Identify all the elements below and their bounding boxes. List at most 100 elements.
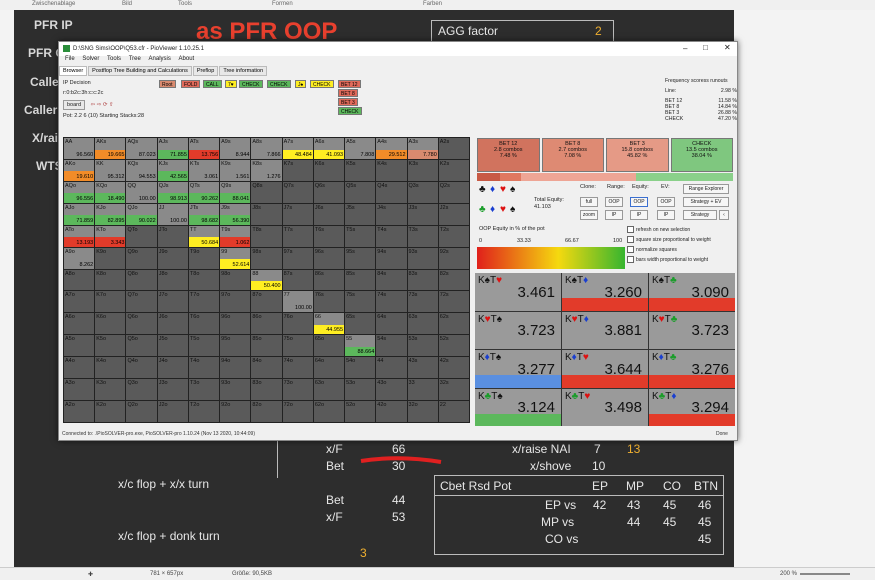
matrix-cell-q2o[interactable]: Q2o: [126, 401, 157, 422]
matrix-cell-52o[interactable]: 52o: [345, 401, 376, 422]
matrix-cell-54o[interactable]: 54o: [345, 357, 376, 379]
matrix-cell-q3s[interactable]: Q3s: [407, 181, 438, 203]
matrix-cell-q3o[interactable]: Q3o: [126, 379, 157, 401]
matrix-cell-85o[interactable]: 85o: [251, 335, 282, 357]
tab-preflop[interactable]: Preflop: [192, 66, 219, 76]
matrix-cell-k9s[interactable]: K9s 1.561: [220, 159, 251, 181]
matrix-cell-63s[interactable]: 63s: [407, 313, 438, 335]
matrix-cell-96o[interactable]: 96o: [220, 313, 251, 335]
maximize-icon[interactable]: □: [703, 43, 708, 52]
matrix-cell-k3s[interactable]: K3s: [407, 159, 438, 181]
equity-ip-button[interactable]: IP: [630, 210, 648, 220]
matrix-cell-42s[interactable]: 42s: [438, 357, 469, 379]
ev-ip-button[interactable]: IP: [657, 210, 675, 220]
matrix-cell-64o[interactable]: 64o: [313, 357, 345, 379]
matrix-cell-65s[interactable]: 65s: [345, 313, 376, 335]
combo-cell[interactable]: K♠T♣ 3.090: [649, 273, 735, 311]
matrix-cell-ato[interactable]: ATo 13.193: [64, 225, 95, 247]
matrix-cell-j6o[interactable]: J6o: [157, 313, 188, 335]
combo-cell[interactable]: K♣T♠ 3.124: [475, 388, 561, 426]
toolbar-clipboard[interactable]: Zwischenablage: [32, 1, 75, 7]
close-icon[interactable]: ✕: [724, 43, 731, 52]
node-card-7h[interactable]: 7♥: [225, 80, 237, 88]
matrix-cell-k5s[interactable]: K5s: [345, 159, 376, 181]
matrix-cell-t6o[interactable]: T6o: [188, 313, 220, 335]
matrix-cell-j7s[interactable]: J7s: [282, 203, 313, 225]
refresh-checkbox[interactable]: refresh on new selection: [627, 226, 690, 233]
matrix-cell-t4s[interactable]: T4s: [376, 225, 407, 247]
matrix-cell-t7s[interactable]: T7s: [282, 225, 313, 247]
tab-postflop[interactable]: Postflop Tree Building and Calculations: [88, 66, 192, 76]
matrix-cell-75o[interactable]: 75o: [282, 335, 313, 357]
node-check-2[interactable]: CHECK: [267, 80, 291, 88]
matrix-cell-kjo[interactable]: KJo 82.895: [95, 203, 126, 225]
matrix-cell-jto[interactable]: JTo: [157, 225, 188, 247]
combo-cell[interactable]: K♥T♠ 3.723: [475, 311, 561, 349]
matrix-cell-j5o[interactable]: J5o: [157, 335, 188, 357]
combo-cell[interactable]: K♣T♥ 3.498: [562, 388, 648, 426]
matrix-cell-tt[interactable]: TT 50.684: [188, 225, 220, 247]
matrix-cell-73o[interactable]: 73o: [282, 379, 313, 401]
combo-cell[interactable]: K♦T♥ 3.644: [562, 350, 648, 388]
range-matrix[interactable]: AA 96.560 AKs 19.665 AQs 87.023 AJs 71.855 ATs 13…: [63, 137, 470, 423]
menu-about[interactable]: About: [179, 56, 195, 62]
range-oop-button[interactable]: OOP: [605, 197, 623, 207]
matrix-cell-kqo[interactable]: KQo 18.490: [95, 181, 126, 203]
matrix-cell-a7o[interactable]: A7o: [64, 291, 95, 313]
matrix-cell-53s[interactable]: 53s: [407, 335, 438, 357]
matrix-cell-qts[interactable]: QTs 90.262: [188, 181, 220, 203]
matrix-cell-jj[interactable]: JJ 100.00: [157, 203, 188, 225]
matrix-cell-86s[interactable]: 86s: [313, 269, 345, 291]
club-icon[interactable]: ♠: [510, 184, 515, 195]
combo-cell[interactable]: K♥T♦ 3.881: [562, 311, 648, 349]
strategy-button[interactable]: Strategy: [683, 210, 717, 220]
matrix-cell-j5s[interactable]: J5s: [345, 203, 376, 225]
menu-tree[interactable]: Tree: [129, 56, 141, 62]
matrix-cell-88[interactable]: 88 50.400: [251, 269, 282, 291]
node-root[interactable]: Root: [159, 80, 176, 88]
node-check-4[interactable]: CHECK: [338, 107, 362, 115]
matrix-cell-a6o[interactable]: A6o: [64, 313, 95, 335]
matrix-cell-j4o[interactable]: J4o: [157, 357, 188, 379]
board-button[interactable]: board: [63, 100, 86, 110]
matrix-cell-k4o[interactable]: K4o: [95, 357, 126, 379]
matrix-cell-44[interactable]: 44: [376, 357, 407, 379]
toolbar-image[interactable]: Bild: [122, 1, 132, 7]
matrix-cell-82s[interactable]: 82s: [438, 269, 469, 291]
matrix-cell-t4o[interactable]: T4o: [188, 357, 220, 379]
combo-cell[interactable]: K♣T♦ 3.294: [649, 388, 735, 426]
matrix-cell-j4s[interactable]: J4s: [376, 203, 407, 225]
matrix-cell-q2s[interactable]: Q2s: [438, 181, 469, 203]
matrix-cell-66[interactable]: 66 44.955: [313, 313, 345, 335]
matrix-cell-64s[interactable]: 64s: [376, 313, 407, 335]
equity-oop-button[interactable]: OOP: [630, 197, 648, 207]
matrix-cell-52s[interactable]: 52s: [438, 335, 469, 357]
matrix-cell-t9s[interactable]: T9s 1.062: [220, 225, 251, 247]
matrix-cell-94s[interactable]: 94s: [376, 247, 407, 269]
matrix-cell-76s[interactable]: 76s: [313, 291, 345, 313]
collapse-icon[interactable]: ‹: [719, 210, 729, 220]
matrix-cell-55[interactable]: 55 88.664: [345, 335, 376, 357]
matrix-cell-j3s[interactable]: J3s: [407, 203, 438, 225]
matrix-cell-a3o[interactable]: A3o: [64, 379, 95, 401]
matrix-cell-95s[interactable]: 95s: [345, 247, 376, 269]
matrix-cell-a2s[interactable]: A2s: [438, 138, 469, 159]
node-fold[interactable]: FOLD: [181, 80, 201, 88]
toolbar-shapes[interactable]: Formen: [272, 1, 293, 7]
matrix-cell-q8o[interactable]: Q8o: [126, 269, 157, 291]
matrix-cell-ats[interactable]: ATs 13.756: [188, 138, 220, 159]
node-check-3[interactable]: CHECK: [310, 80, 334, 88]
matrix-cell-a9s[interactable]: A9s 8.944: [220, 138, 251, 159]
matrix-cell-q5o[interactable]: Q5o: [126, 335, 157, 357]
matrix-cell-63o[interactable]: 63o: [313, 379, 345, 401]
matrix-cell-j2s[interactable]: J2s: [438, 203, 469, 225]
matrix-cell-k2s[interactable]: K2s: [438, 159, 469, 181]
minimize-icon[interactable]: –: [683, 44, 687, 53]
node-bet-8[interactable]: BET 8: [338, 89, 358, 97]
matrix-cell-qjo[interactable]: QJo 90.022: [126, 203, 157, 225]
matrix-cell-53o[interactable]: 53o: [345, 379, 376, 401]
matrix-cell-82o[interactable]: 82o: [251, 401, 282, 422]
matrix-cell-q4o[interactable]: Q4o: [126, 357, 157, 379]
toolbar-tools[interactable]: Tools: [178, 1, 192, 7]
matrix-cell-98o[interactable]: 98o: [220, 269, 251, 291]
